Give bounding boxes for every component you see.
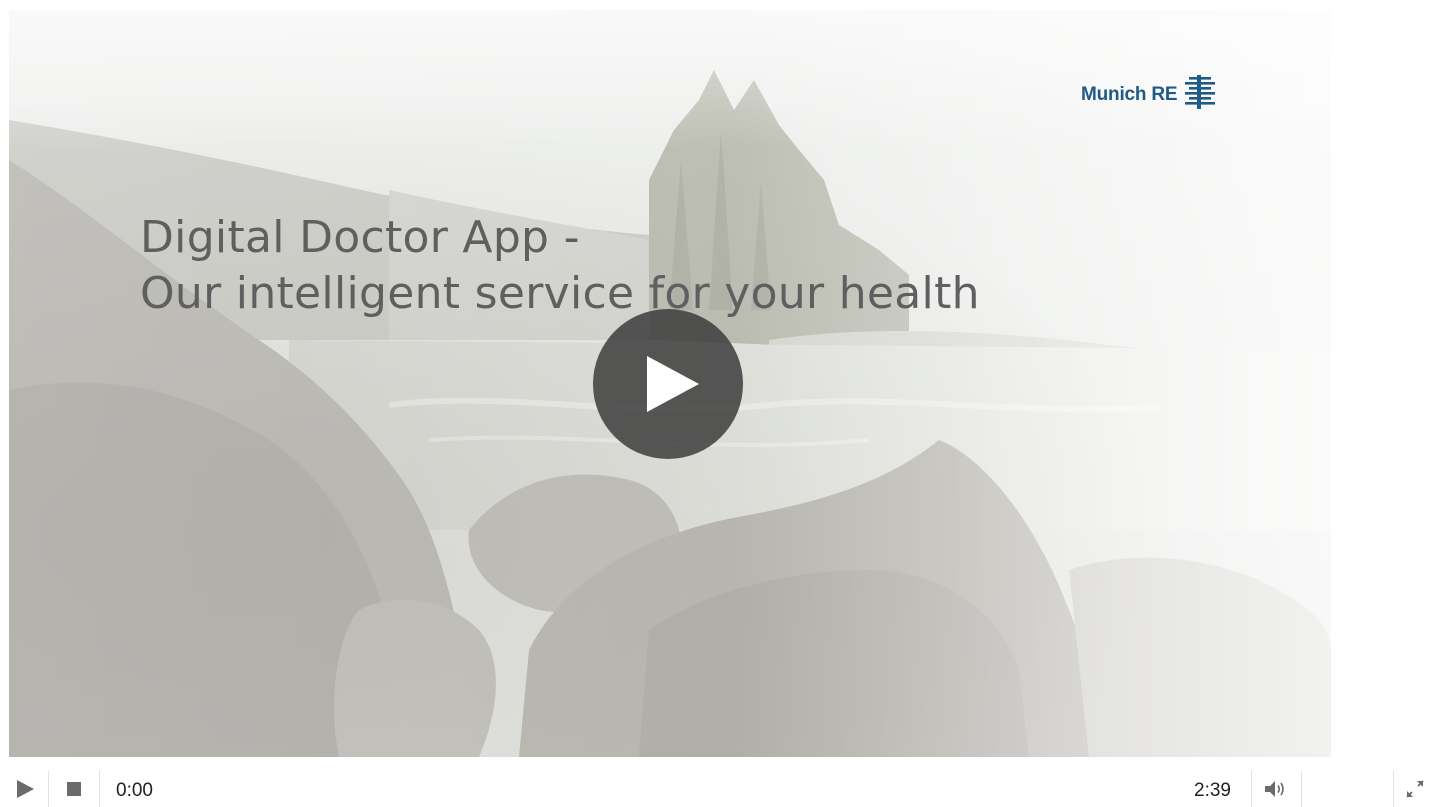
play-button[interactable] xyxy=(10,771,40,807)
fullscreen-button[interactable] xyxy=(1400,771,1430,807)
volume-icon xyxy=(1265,781,1284,797)
stop-icon xyxy=(67,782,81,796)
play-icon xyxy=(647,356,699,412)
brand-logo: Munich RE xyxy=(1081,72,1217,112)
fullscreen-icon xyxy=(1406,780,1424,798)
brand-name: Munich RE xyxy=(1081,84,1178,105)
duration: 2:39 xyxy=(1194,780,1231,801)
current-time: 0:00 xyxy=(116,780,153,801)
divider xyxy=(1251,771,1252,807)
divider xyxy=(99,771,100,807)
video-title-line-1: Digital Doctor App - xyxy=(140,212,580,263)
video-player: Munich RE Digital Doctor App - Our intel… xyxy=(0,0,1436,807)
video-title: Digital Doctor App - Our intelligent ser… xyxy=(140,210,980,322)
divider xyxy=(1301,771,1302,807)
munich-re-logo-icon xyxy=(1185,75,1216,109)
divider xyxy=(1393,771,1394,807)
play-icon xyxy=(17,780,34,798)
big-play-button[interactable] xyxy=(593,309,743,459)
video-frame[interactable]: Munich RE Digital Doctor App - Our intel… xyxy=(9,10,1331,757)
volume-button[interactable] xyxy=(1258,771,1294,807)
control-bar: 0:00 2:39 xyxy=(0,771,1436,807)
divider xyxy=(48,771,49,807)
stop-button[interactable] xyxy=(58,771,90,807)
video-title-line-2: Our intelligent service for your health xyxy=(140,268,980,319)
